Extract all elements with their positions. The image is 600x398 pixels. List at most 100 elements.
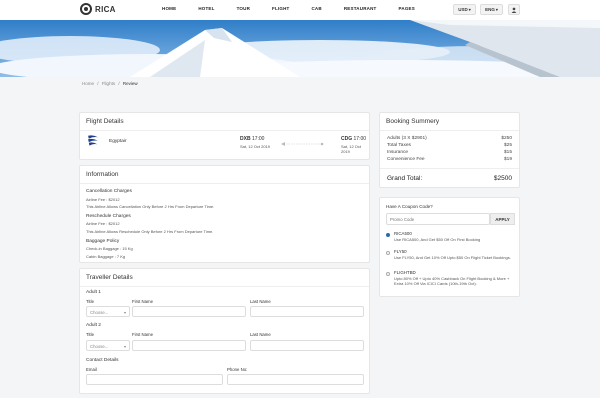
arrival-date: Sat, 12 Oct 2019 <box>341 144 362 154</box>
nav-item-restaurant[interactable]: RESTAURANT <box>344 6 377 11</box>
nav-item-tour[interactable]: TOUR <box>237 6 250 11</box>
user-button[interactable] <box>508 4 520 15</box>
flight-details-card: Flight Details Egyptair DXB 17:00 Sat, 1… <box>79 112 409 160</box>
first-name-label: First Name <box>132 299 154 304</box>
email-input[interactable] <box>86 374 223 385</box>
breadcrumb-home[interactable]: Home <box>82 81 94 86</box>
first-name-label: First Name <box>132 332 154 337</box>
currency-select[interactable]: USD ▾ <box>453 4 476 15</box>
adult-1-title-select[interactable]: Choose... ▾ <box>86 306 130 317</box>
departure-info: DXB 17:00 Sat, 12 Oct 2019 <box>240 136 270 149</box>
summary-row: Total Taxes $25 <box>380 142 519 149</box>
coupon-card: Have A Coupon Code? APPLY RICA500 Use RI… <box>379 197 520 297</box>
checkin-baggage: Check-in Baggage : 15 Kg <box>86 246 133 252</box>
airline-name: Egyptair <box>109 139 127 144</box>
currency-value: USD <box>458 7 468 12</box>
departure-time: 17:00 <box>251 136 265 142</box>
brand-logo[interactable]: RICA <box>80 3 116 15</box>
chevron-down-icon: ▾ <box>123 344 126 349</box>
cancellation-heading: Cancellation Charges <box>86 189 132 194</box>
summary-row-value: $19 <box>503 157 512 162</box>
coupon-option: FLIGHTBD Upto 80% Off + Upto 40% Cashbac… <box>394 270 516 287</box>
summary-row: Adults (3 X $2901) $250 <box>380 135 519 142</box>
summary-row-label: Convenience Fee <box>387 157 425 162</box>
summary-row-label: Insurance <box>387 150 409 155</box>
chevron-down-icon: ▾ <box>123 310 126 315</box>
user-icon <box>511 7 517 13</box>
adult-1-label: Adult 1 <box>86 290 101 295</box>
nav-item-flight[interactable]: FLIGHT <box>272 6 289 11</box>
apply-button[interactable]: APPLY <box>490 213 515 225</box>
coupon-option: FLY50 Use FLY50, And Get 10% Off Upto $5… <box>394 249 516 260</box>
chevron-down-icon: ▾ <box>495 7 498 12</box>
title-select-value: Choose... <box>90 344 109 349</box>
grand-total-value: $2500 <box>493 174 512 182</box>
summary-row-value: $250 <box>501 136 512 141</box>
coupon-desc: Upto 80% Off + Upto 40% Cashback On Flig… <box>394 275 510 287</box>
adult-1-first-name-input[interactable] <box>132 306 246 317</box>
breadcrumb: Home / Flights / Review <box>82 81 138 86</box>
flight-details-title: Flight Details <box>80 113 369 131</box>
top-navbar: RICA HOME HOTEL TOUR FLIGHT CAB RESTAURA… <box>0 0 600 21</box>
reschedule-note: This Airline Allows Reschedule Only Befo… <box>86 228 214 234</box>
language-value: ENG <box>485 7 495 12</box>
departure-date: Sat, 12 Oct 2019 <box>240 144 271 149</box>
nav-item-pages[interactable]: PAGES <box>399 6 415 11</box>
phone-label: Phone No: <box>227 367 248 372</box>
last-name-label: Last Name <box>250 332 271 337</box>
coupon-radio-rica500[interactable] <box>386 233 390 237</box>
coupon-radio-flightbd[interactable] <box>386 272 390 276</box>
traveller-details-card: Traveller Details Adult 1 Title First Na… <box>79 268 370 394</box>
coupon-radio-fly50[interactable] <box>386 251 390 255</box>
coupon-option: RICA500 Use RICA500, And Get $50 Off On … <box>394 231 516 242</box>
cabin-baggage: Cabin Baggage : 7 Kg <box>86 253 126 259</box>
nav-item-cab[interactable]: CAB <box>311 6 321 11</box>
airline-logo <box>88 135 98 146</box>
language-select[interactable]: ENG ▾ <box>480 4 503 15</box>
summary-row: Convenience Fee $19 <box>380 156 519 163</box>
grand-total-label: Grand Total: <box>387 174 423 182</box>
reschedule-heading: Reschedule Charges <box>86 213 131 219</box>
summary-row-label: Total Taxes <box>387 143 411 148</box>
promo-code-input[interactable] <box>386 213 490 225</box>
coupon-desc: Use RICA500, And Get $50 Off On First Bo… <box>394 236 481 242</box>
nav-item-hotel[interactable]: HOTEL <box>198 6 214 11</box>
summary-row-label: Adults (3 X $2901) <box>387 136 427 141</box>
reschedule-fee: Airline Fee : $2012 <box>86 221 120 227</box>
email-label: Email <box>86 367 97 372</box>
arrival-code: CDG <box>341 136 353 142</box>
breadcrumb-flights[interactable]: Flights <box>102 81 115 86</box>
breadcrumb-current: Review <box>122 81 138 86</box>
arrival-time: 17:00 <box>353 136 367 142</box>
adult-2-title-select[interactable]: Choose... ▾ <box>86 340 130 351</box>
adult-2-first-name-input[interactable] <box>132 340 246 351</box>
breadcrumb-separator: / <box>97 81 99 86</box>
contact-details-label: Contact Details <box>86 358 119 363</box>
brand-name: RICA <box>95 4 116 14</box>
coupon-desc: Use FLY50, And Get 10% Off Upto $50 On F… <box>394 254 511 260</box>
coupon-title: Have A Coupon Code? <box>386 204 433 209</box>
hero-banner <box>0 20 600 77</box>
booking-summary-title: Booking Summery <box>380 113 519 131</box>
cancellation-fee: Airline Fee : $2012 <box>86 196 120 202</box>
last-name-label: Last Name <box>250 299 271 304</box>
adult-1-last-name-input[interactable] <box>250 306 364 317</box>
booking-summary-card: Booking Summery Adults (3 X $2901) $250 T… <box>379 112 520 188</box>
summary-row-value: $15 <box>503 150 512 155</box>
traveller-details-title: Traveller Details <box>80 269 369 287</box>
nav-item-home[interactable]: HOME <box>162 6 176 11</box>
title-label: Title <box>86 299 94 304</box>
cancellation-note: This Airline Allows Cancellation Only Be… <box>86 204 215 210</box>
summary-row: Insurance $15 <box>380 149 519 156</box>
information-card: Information Cancellation Charges Airline… <box>79 165 370 263</box>
phone-input[interactable] <box>227 374 364 385</box>
logo-icon <box>80 3 92 15</box>
adult-2-last-name-input[interactable] <box>250 340 364 351</box>
adult-2-label: Adult 2 <box>86 323 101 328</box>
main-menu: HOME HOTEL TOUR FLIGHT CAB RESTAURANT PA… <box>162 6 415 11</box>
flight-route-icon <box>281 142 324 146</box>
arrival-info: CDG 17:00 Sat, 12 Oct 2019 <box>341 136 369 154</box>
baggage-heading: Baggage Policy <box>86 238 120 244</box>
mountain-wing-image <box>0 20 600 77</box>
departure-code: DXB <box>240 136 251 142</box>
